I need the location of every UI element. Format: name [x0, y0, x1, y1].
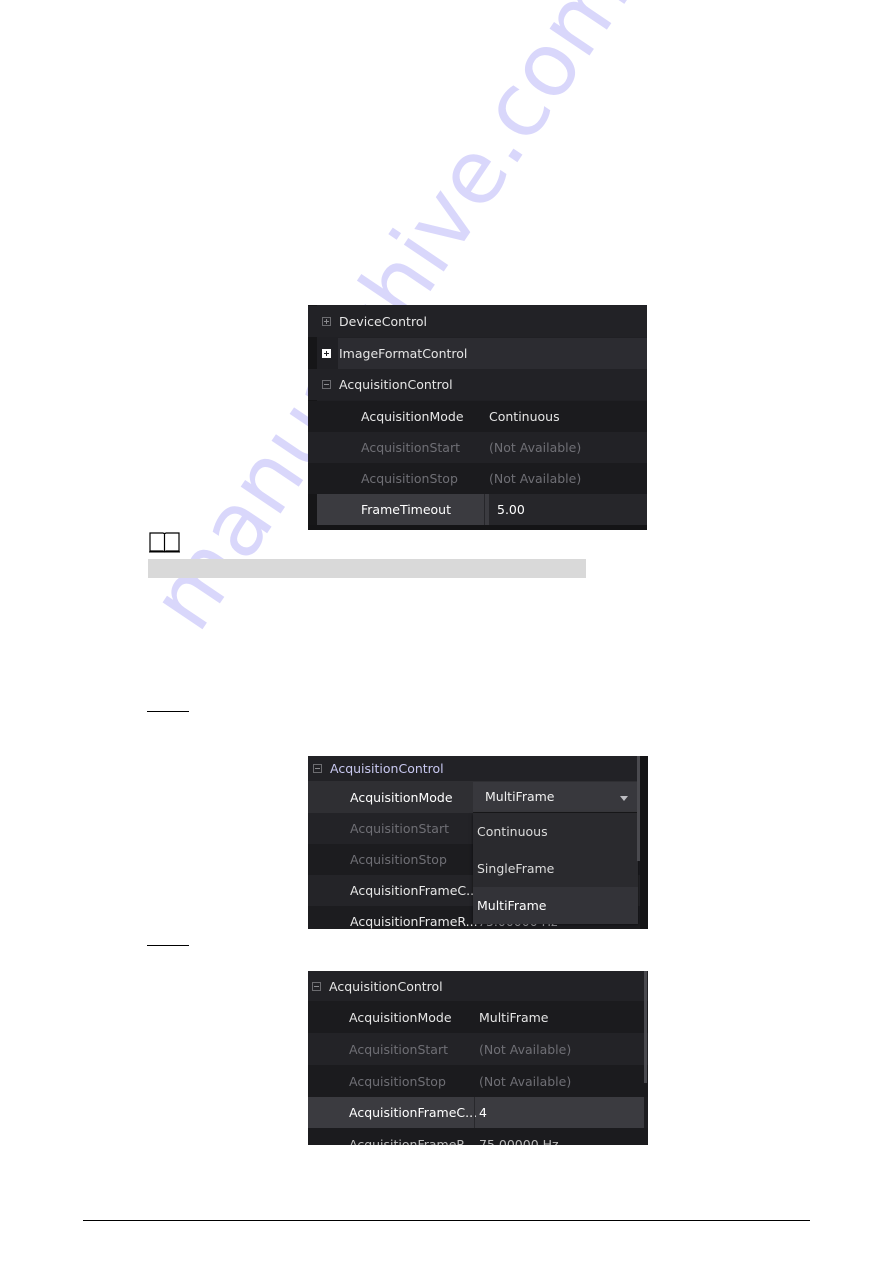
option-label: MultiFrame — [477, 898, 547, 913]
param-value[interactable]: MultiFrame — [479, 1010, 549, 1025]
param-name: AcquisitionStart — [361, 440, 460, 455]
param-name: AcquisitionMode — [349, 1009, 452, 1025]
dropdown-option-continuous[interactable]: Continuous — [473, 813, 638, 850]
param-name: FrameTimeout — [361, 502, 452, 517]
book-icon — [149, 532, 180, 553]
acquisition-mode-dropdown-list[interactable]: Continuous SingleFrame MultiFrame — [473, 813, 638, 924]
param-row-acquisition-mode[interactable]: AcquisitionMode MultiFrame — [308, 1001, 648, 1033]
param-row-frame-timeout[interactable]: FrameTimeout 5.00 — [317, 494, 647, 525]
param-name: AcquisitionStart — [350, 821, 449, 836]
param-value: (Not Available) — [479, 1041, 572, 1057]
option-label: SingleFrame — [477, 861, 555, 876]
param-value: (Not Available) — [479, 1073, 572, 1089]
scrollbar-thumb[interactable] — [644, 971, 647, 1083]
group-row-acquisition-control[interactable]: AcquisitionControl — [308, 369, 647, 400]
param-name: AcquisitionFrameC... — [350, 883, 479, 898]
collapse-icon[interactable] — [322, 380, 331, 389]
column-divider — [484, 494, 485, 525]
footer-rule — [83, 1220, 810, 1221]
param-row-acquisition-mode[interactable]: AcquisitionMode Continuous — [308, 401, 647, 432]
param-name: AcquisitionFrameC... — [349, 1105, 478, 1120]
param-row-acquisition-stop: AcquisitionStop (Not Available) — [308, 463, 647, 494]
note-box — [148, 559, 586, 578]
param-row-acquisition-frame-count[interactable]: AcquisitionFrameC... 4 — [308, 1097, 644, 1128]
expand-icon[interactable] — [322, 317, 331, 326]
group-row-acquisition-control[interactable]: AcquisitionControl — [308, 756, 648, 781]
option-label: Continuous — [477, 824, 548, 839]
param-row-acquisition-frame-rate[interactable]: AcquisitionFrameR... 75.00000 Hz — [308, 1128, 648, 1145]
frame-timeout-input[interactable]: 5.00 — [489, 494, 647, 525]
param-row-acquisition-stop: AcquisitionStop (Not Available) — [308, 1065, 648, 1097]
property-panel-1: DeviceControl ImageFormatControl Acquisi… — [308, 305, 647, 530]
frame-count-input[interactable]: 4 — [479, 1105, 487, 1120]
param-name: AcquisitionStop — [349, 1073, 446, 1089]
group-label: AcquisitionControl — [339, 377, 453, 392]
group-row-acquisition-control[interactable]: AcquisitionControl — [308, 971, 648, 1001]
property-panel-2: AcquisitionControl AcquisitionMode Multi… — [308, 756, 648, 929]
param-name: AcquisitionStop — [350, 852, 447, 867]
param-name: AcquisitionStart — [349, 1041, 448, 1057]
param-name: AcquisitionStop — [361, 471, 458, 486]
param-name: AcquisitionFrameR... — [350, 914, 478, 929]
dropdown-option-multiframe[interactable]: MultiFrame — [473, 887, 638, 924]
group-label: AcquisitionControl — [329, 978, 443, 994]
scrollbar-track[interactable] — [640, 756, 648, 929]
column-divider — [474, 1097, 475, 1128]
param-value: (Not Available) — [489, 440, 582, 455]
group-label: DeviceControl — [339, 314, 427, 329]
chevron-down-icon[interactable] — [620, 796, 628, 801]
dropdown-option-singleframe[interactable]: SingleFrame — [473, 850, 638, 887]
property-panel-3: AcquisitionControl AcquisitionMode Multi… — [308, 971, 648, 1145]
param-name: AcquisitionFrameR... — [349, 1137, 477, 1145]
param-value[interactable]: Continuous — [489, 409, 560, 424]
collapse-icon[interactable] — [312, 981, 321, 991]
step-label-underline — [147, 945, 189, 946]
param-name: AcquisitionMode — [350, 789, 453, 805]
expand-icon[interactable] — [322, 349, 331, 358]
group-label: AcquisitionControl — [330, 761, 444, 776]
collapse-icon[interactable] — [313, 764, 322, 773]
param-row-acquisition-start: AcquisitionStart (Not Available) — [308, 432, 647, 463]
panel-bottom-edge — [308, 525, 647, 530]
group-label: ImageFormatControl — [339, 346, 468, 361]
param-row-acquisition-start: AcquisitionStart (Not Available) — [308, 1033, 648, 1065]
acquisition-mode-select[interactable]: MultiFrame — [473, 782, 638, 813]
group-row-image-format-control[interactable]: ImageFormatControl — [322, 338, 647, 369]
param-name: AcquisitionMode — [361, 409, 464, 424]
param-value: 75.00000 Hz — [479, 1137, 559, 1145]
step-label-underline — [147, 711, 189, 712]
param-value: (Not Available) — [489, 471, 582, 486]
selected-value: MultiFrame — [485, 789, 555, 804]
group-row-device-control[interactable]: DeviceControl — [308, 306, 647, 337]
